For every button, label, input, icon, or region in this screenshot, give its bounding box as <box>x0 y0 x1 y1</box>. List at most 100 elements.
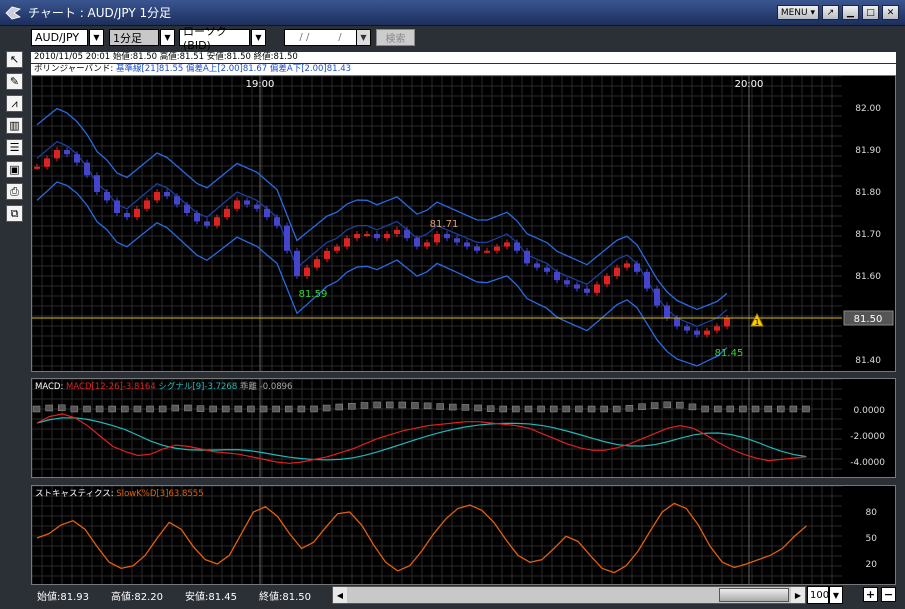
symbol-dropdown-icon[interactable]: ▼ <box>89 29 104 46</box>
macd-hist-bar <box>449 403 457 411</box>
zoom-select[interactable]: 100 <box>807 586 829 604</box>
zoom-in-icon[interactable]: + <box>863 587 878 602</box>
candle <box>344 238 350 247</box>
candle <box>484 250 490 253</box>
candle <box>354 234 360 239</box>
bollinger-info: ボリンジャーバンド: 基準線[21]81.55 偏差A上[2.00]81.67 … <box>31 64 896 75</box>
close-icon[interactable]: ✕ <box>882 5 899 20</box>
list-icon[interactable]: ☰ <box>6 139 23 156</box>
macd-hist-bar <box>549 405 558 413</box>
chart-type-dropdown-icon[interactable]: ▼ <box>251 29 266 46</box>
zoom-out-icon[interactable]: − <box>881 587 896 602</box>
macd-hist-bar <box>335 403 344 411</box>
zoom-dropdown-icon[interactable]: ▼ <box>829 586 843 604</box>
macd-chart[interactable]: MACD: MACD[12-26]-3.8164 シグナル[9]-3.7268 … <box>31 378 895 477</box>
time-scrollbar[interactable]: ◀ ▶ <box>332 586 806 604</box>
high-annotation: 81.71 <box>430 219 459 230</box>
price-chart[interactable]: 19:00 20:00 82.00 81.90 81.80 81.70 81.60 81.50… <box>31 75 895 371</box>
candle <box>524 250 530 264</box>
macd-hist-bar <box>713 405 722 413</box>
candle <box>674 318 680 327</box>
timeframe-select[interactable]: 1分足 <box>109 29 159 46</box>
candle <box>584 288 590 293</box>
macd-hist-bar <box>57 404 66 412</box>
maximize-icon[interactable]: □ <box>862 5 879 20</box>
chart-type-select[interactable]: ローソク(BID) <box>179 25 250 52</box>
time-label: 19:00 <box>246 79 275 90</box>
candle <box>254 204 260 209</box>
macd-panel[interactable]: MACD: MACD[12-26]-3.8164 シグナル[9]-3.7268 … <box>31 378 896 478</box>
macd-hist-bar <box>121 405 129 413</box>
time-label: 20:00 <box>735 79 764 90</box>
menu-button[interactable]: MENU ▾ <box>776 5 819 20</box>
stoch-y-label: 80 <box>866 508 878 518</box>
macd-hist-bar <box>272 405 280 413</box>
macd-legend: MACD: MACD[12-26]-3.8164 シグナル[9]-3.7268 … <box>35 381 292 392</box>
candle <box>334 246 340 251</box>
macd-hist-bar <box>184 404 192 412</box>
macd-hist-bar <box>688 403 697 411</box>
macd-hist-bar <box>751 405 760 413</box>
candle <box>294 250 300 276</box>
macd-hist-bar <box>537 405 545 413</box>
date-input[interactable]: / / / <box>284 29 357 46</box>
candle <box>714 326 720 331</box>
date-dropdown-icon[interactable]: ▼ <box>356 29 371 46</box>
candle <box>244 200 250 205</box>
macd-hist-bar <box>739 405 747 413</box>
low-annotation: 81.45 <box>715 348 744 359</box>
low-annotation: 81.59 <box>299 289 328 300</box>
search-button[interactable]: 検索 <box>376 29 415 46</box>
current-price-label: 81.50 <box>854 314 883 325</box>
cursor-icon[interactable]: ↖ <box>6 51 23 68</box>
scroll-right-icon[interactable]: ▶ <box>791 587 805 603</box>
indicator-icon[interactable]: ⩘ <box>6 95 23 112</box>
candle <box>504 242 510 247</box>
symbol-select[interactable]: AUD/JPY <box>31 29 88 46</box>
y-axis-label: 81.60 <box>855 272 881 282</box>
macd-hist-bar <box>171 404 180 412</box>
candle <box>684 326 690 331</box>
macd-hist-bar <box>486 405 495 412</box>
stoch-chart[interactable]: ストキャスティクス: SlowK%D[3]63.8555 80 50 20 <box>31 485 895 584</box>
macd-y-label: -2.0000 <box>850 432 885 442</box>
macd-hist-bar <box>726 405 735 413</box>
detach-icon[interactable]: ↗ <box>822 5 839 20</box>
candle <box>574 284 580 289</box>
candle <box>444 234 450 239</box>
scroll-left-icon[interactable]: ◀ <box>333 587 347 603</box>
candle <box>134 208 140 218</box>
candle <box>104 192 110 201</box>
candle <box>394 229 400 234</box>
y-axis-label: 82.00 <box>855 104 881 114</box>
y-axis-area <box>842 76 895 371</box>
print-icon[interactable]: ⎙ <box>6 183 23 200</box>
candle <box>374 234 380 239</box>
scroll-thumb[interactable] <box>719 588 789 602</box>
macd-hist-bar <box>512 405 520 413</box>
copy-icon[interactable]: ⧉ <box>6 205 23 222</box>
footer-open: 始値:81.93 <box>37 591 89 603</box>
main-chart-panel[interactable]: 19:00 20:00 82.00 81.90 81.80 81.70 81.60 81.50… <box>31 75 896 372</box>
candles-icon[interactable]: ▥ <box>6 117 23 134</box>
candle <box>514 242 520 251</box>
footer-bar: 始値:81.93 高値:82.20 安値:81.45 終値:81.50 ◀ ▶ … <box>31 586 905 604</box>
macd-hist-bar <box>360 402 369 409</box>
candle <box>404 229 410 239</box>
pencil-icon[interactable]: ✎ <box>6 73 23 90</box>
macd-hist-bar <box>436 403 444 410</box>
macd-y-label: 0.0000 <box>854 406 886 416</box>
candle <box>434 234 440 243</box>
timeframe-dropdown-icon[interactable]: ▼ <box>160 29 175 46</box>
macd-hist-bar <box>45 404 53 412</box>
title-bar: チャート : AUD/JPY 1分足 MENU ▾ ↗ ▁ □ ✕ <box>0 0 905 26</box>
minimize-icon[interactable]: ▁ <box>842 5 859 20</box>
candle <box>314 259 320 268</box>
candle <box>724 318 730 327</box>
candle <box>564 280 570 285</box>
stoch-panel[interactable]: ストキャスティクス: SlowK%D[3]63.8555 80 50 20 <box>31 485 896 585</box>
candle <box>124 213 130 218</box>
settings-panel-icon[interactable]: ▣ <box>6 161 23 178</box>
macd-hist-bar <box>562 405 571 413</box>
macd-hist-bar <box>461 404 470 411</box>
